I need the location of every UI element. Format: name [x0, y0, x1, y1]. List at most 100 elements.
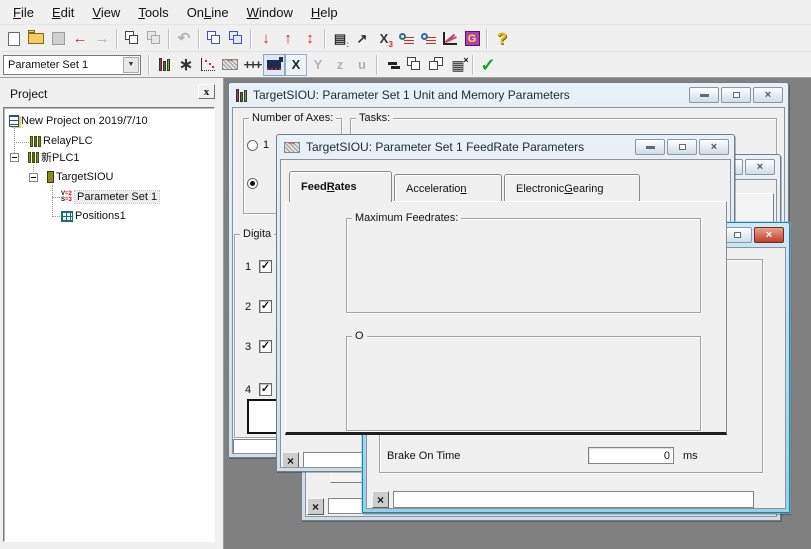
close-button[interactable]: ×	[699, 139, 729, 155]
paste-doc-button[interactable]	[225, 28, 247, 50]
status-close-button[interactable]: ×	[282, 452, 299, 468]
titlebar-feedrate[interactable]: → TargetSIOU: Parameter Set 1 FeedRate P…	[277, 135, 734, 159]
titlebar-unit-memory[interactable]: TargetSIOU: Parameter Set 1 Unit and Mem…	[229, 83, 788, 107]
star-tool-button[interactable]: ∗	[175, 54, 197, 76]
download-button[interactable]: ↓	[255, 28, 277, 50]
project-panel-close-button[interactable]: x	[198, 84, 215, 99]
menu-view[interactable]: View	[83, 2, 129, 23]
menu-online[interactable]: OnLine	[178, 2, 238, 23]
minimize-icon	[700, 94, 709, 97]
positions-icon	[61, 211, 73, 222]
scatter-monitor-button[interactable]	[197, 54, 219, 76]
radio-label: 1	[263, 139, 269, 151]
tree-item-label: Positions1	[73, 210, 128, 222]
tree-item-parameter-set-1[interactable]: V=2S=3 Parameter Set 1	[61, 190, 159, 204]
close-button[interactable]: ×	[745, 159, 775, 175]
verify-icon: ↕	[306, 31, 314, 46]
collapse-expander-icon[interactable]	[10, 153, 19, 162]
feedrate-params-button[interactable]: →	[219, 54, 241, 76]
open-button[interactable]	[25, 28, 47, 50]
axes-radio-2[interactable]	[247, 178, 258, 189]
menu-edit[interactable]: Edit	[43, 2, 83, 23]
time-chart-icon	[443, 32, 457, 45]
copy-button[interactable]	[121, 28, 143, 50]
restore-button[interactable]	[667, 139, 697, 155]
main-toolbar: ← → ↶ ↓ ↑ ↕ ▤: ↗ X3 G ?	[0, 26, 811, 52]
axis-u-label: u	[352, 55, 372, 75]
close-table-button[interactable]: ▦×	[447, 54, 469, 76]
status-close-button[interactable]: ×	[372, 491, 389, 508]
paste-button[interactable]	[143, 28, 165, 50]
digital-checkbox-4[interactable]: ✓	[259, 383, 272, 396]
verify-button[interactable]: ↕	[299, 28, 321, 50]
g-code-button[interactable]: G	[461, 28, 483, 50]
menu-tools[interactable]: Tools	[129, 2, 177, 23]
cascade-windows-button[interactable]	[403, 54, 425, 76]
tree-item-plc1[interactable]: 新PLC1	[28, 150, 82, 164]
chevron-down-icon[interactable]: ▼	[123, 57, 139, 73]
tile-windows-button[interactable]	[425, 54, 447, 76]
feedrate-params-icon: →	[284, 142, 300, 153]
toolbar-separator	[324, 29, 326, 49]
tree-item-label: TargetSIOU	[54, 171, 115, 183]
close-button[interactable]: ×	[753, 87, 783, 103]
minimize-button[interactable]	[689, 87, 719, 103]
status-close-button[interactable]: ×	[307, 498, 324, 515]
tree-item-targetsiou[interactable]: TargetSIOU	[47, 170, 115, 184]
axes-radio-1[interactable]	[247, 140, 258, 151]
undo-button[interactable]: ↶	[173, 28, 195, 50]
tree-item-relayplc[interactable]: RelayPLC	[30, 134, 95, 148]
servo-params-button[interactable]	[263, 54, 285, 76]
digital-checkbox-3[interactable]: ✓	[259, 340, 272, 353]
project-tree[interactable]: New Project on 2019/7/10 RelayPLC 新PLC1 …	[3, 107, 215, 542]
axis-u-button[interactable]: u	[351, 54, 373, 76]
minimize-button[interactable]	[635, 139, 665, 155]
parameter-set-combobox[interactable]: Parameter Set 1 ▼	[3, 55, 141, 75]
time-chart-button[interactable]	[439, 28, 461, 50]
menu-file[interactable]: File	[4, 2, 43, 23]
tile-horizontal-button[interactable]	[381, 54, 403, 76]
collapse-expander-icon[interactable]	[29, 173, 38, 182]
copy-doc-button[interactable]	[203, 28, 225, 50]
help-button[interactable]: ?	[491, 28, 513, 50]
menu-window[interactable]: Window	[238, 2, 302, 23]
back-button[interactable]: ←	[69, 28, 91, 50]
restore-button[interactable]	[721, 87, 751, 103]
tree-item-label: RelayPLC	[41, 135, 95, 147]
axis-y-button[interactable]: Y	[307, 54, 329, 76]
tree-item-project-root[interactable]: New Project on 2019/7/10	[9, 114, 150, 128]
save-button[interactable]	[47, 28, 69, 50]
toolbar-separator	[198, 29, 200, 49]
copy-doc-icon	[207, 31, 222, 46]
tab-acceleration[interactable]: Acceleration	[394, 174, 502, 202]
probe-button[interactable]: ↗	[351, 28, 373, 50]
close-button[interactable]: ×	[754, 227, 784, 243]
unit-memory-params-icon	[236, 89, 247, 102]
combo-value: Parameter Set 1	[8, 59, 88, 71]
new-file-button[interactable]	[3, 28, 25, 50]
unit-memory-params-icon	[159, 58, 170, 71]
monitor-list-button[interactable]: ▤:	[329, 28, 351, 50]
digital-checkbox-2[interactable]: ✓	[259, 300, 272, 313]
axis-z-button[interactable]: z	[329, 54, 351, 76]
find-value-button[interactable]	[395, 28, 417, 50]
tab-feed-rates[interactable]: Feed Rates	[289, 171, 392, 202]
forward-button[interactable]: →	[91, 28, 113, 50]
tab-electronic-gearing[interactable]: Electronic Gearing	[504, 174, 640, 202]
tree-item-positions1[interactable]: Positions1	[61, 209, 128, 223]
close-icon: ×	[766, 230, 772, 241]
toolbar-separator	[250, 29, 252, 49]
find-instruction-button[interactable]	[417, 28, 439, 50]
unit-memory-params-button[interactable]	[153, 54, 175, 76]
calibration-icon: +++	[244, 58, 261, 71]
axis-x-button[interactable]: X	[285, 54, 307, 76]
register-search-button[interactable]: X3	[373, 28, 395, 50]
checkbox-label: 2	[245, 301, 255, 313]
star-tool-icon: ∗	[179, 56, 193, 73]
menu-help[interactable]: Help	[302, 2, 347, 23]
upload-button[interactable]: ↑	[277, 28, 299, 50]
calibration-button[interactable]: +++	[241, 54, 263, 76]
digital-checkbox-1[interactable]: ✓	[259, 260, 272, 273]
apply-button[interactable]: ✓	[477, 54, 499, 76]
brake-on-time-input[interactable]: 0	[588, 447, 674, 464]
